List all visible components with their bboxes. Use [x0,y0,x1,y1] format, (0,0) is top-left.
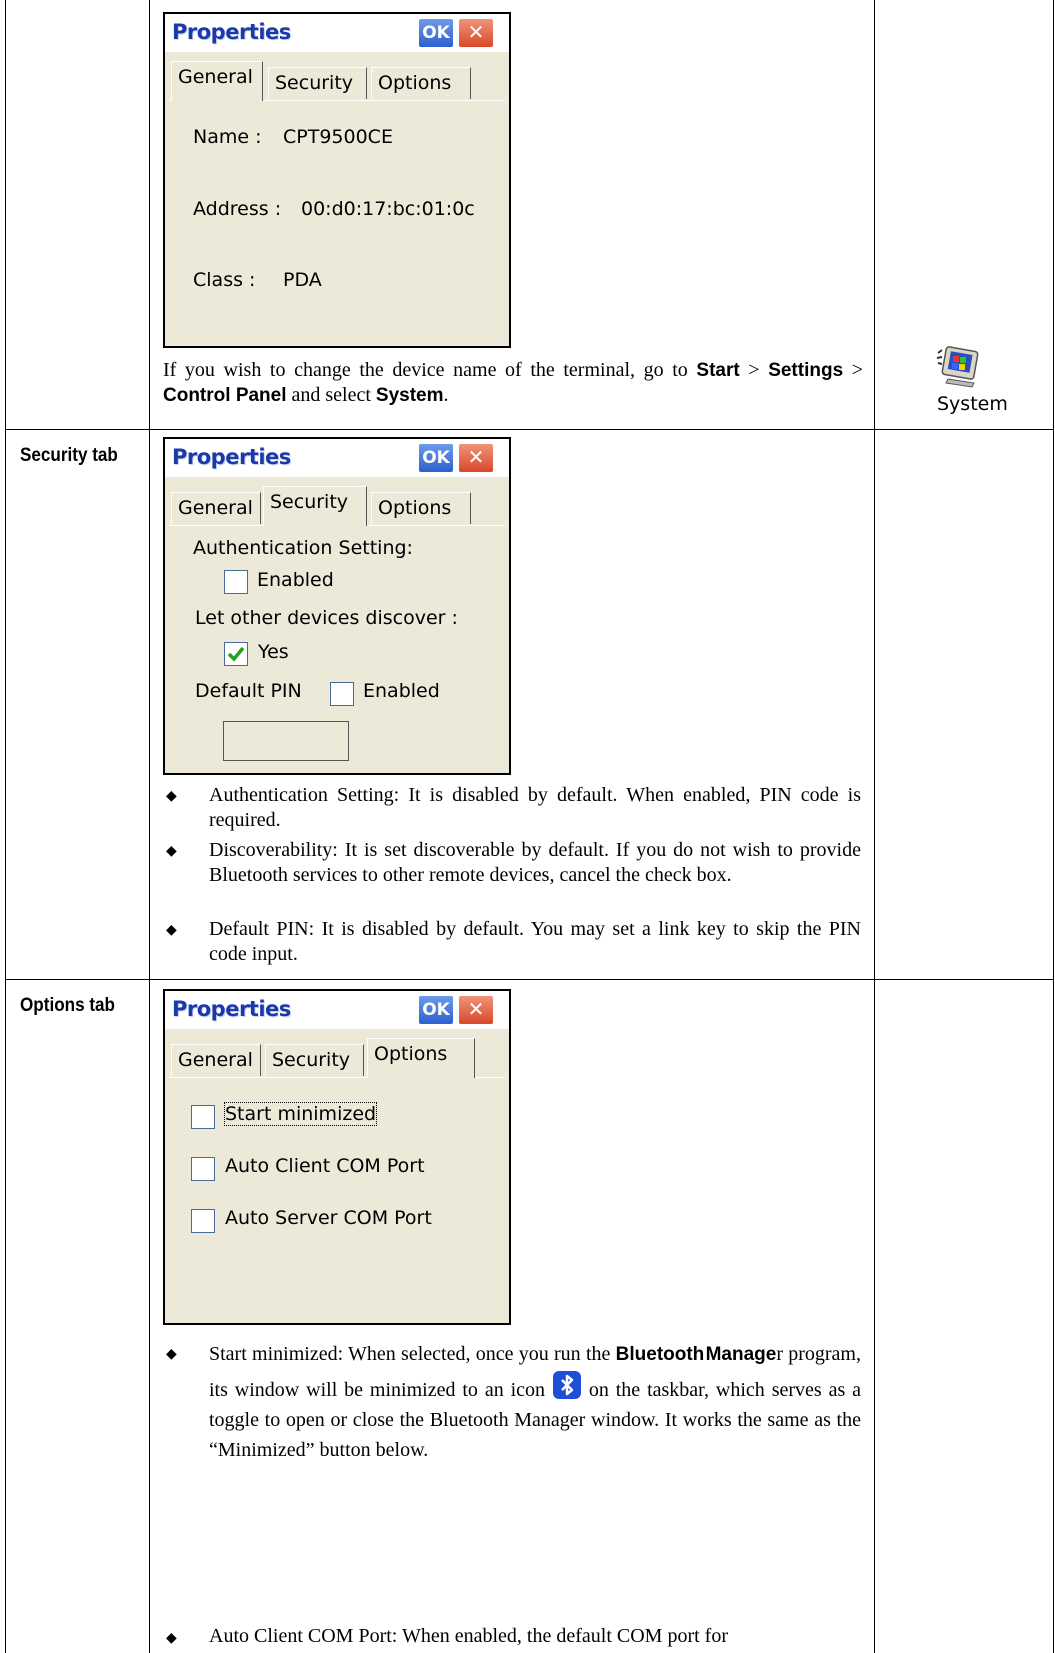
class-label: Class : [193,269,256,291]
system-icon[interactable]: System [895,343,1035,421]
title-bar: Properties OK ✕ [165,14,509,52]
auth-heading: Authentication Setting: [193,537,413,559]
table-border-right [1053,0,1054,1653]
tab-security[interactable]: Security [263,486,367,526]
dialog-title: Properties [172,20,291,44]
checkmark-icon [227,646,245,662]
bullet-icon: ◆ [166,789,177,804]
note-text-2: and select [291,384,371,406]
note-control-panel: Control Panel [163,385,287,406]
row-label-security: Security tab [20,445,118,466]
auto-client-com-label: Auto Client COM Port [225,1155,425,1177]
auth-enabled-label: Enabled [257,569,334,591]
table-border-col1 [149,0,150,1653]
note-system: System [375,385,444,406]
computer-icon [936,346,979,388]
note-settings: Settings [768,360,844,381]
row-divider [5,429,1054,430]
ok-button[interactable]: OK [418,18,454,48]
ok-button[interactable]: OK [418,995,454,1025]
tab-security[interactable]: Security [265,1044,364,1076]
dialog-title: Properties [172,445,291,469]
bullet-icon: ◆ [166,1631,177,1646]
tab-strip: General Security Options [171,1038,501,1078]
tab-strip: General Security Options [171,61,501,101]
auto-server-com-label: Auto Server COM Port [225,1207,432,1229]
pin-input[interactable] [223,721,349,761]
bluetooth-bold: Bluetooth [615,1344,705,1365]
tab-security[interactable]: Security [268,67,367,99]
manager-bold: Manage [705,1344,777,1365]
device-name-note: If you wish to change the device name of… [163,359,864,406]
close-button[interactable]: ✕ [458,18,494,48]
name-value: CPT9500CE [283,126,393,148]
bullet-auto-client: Auto Client COM Port: When enabled, the … [209,1625,728,1647]
bullet-start-text-1: Start minimized: When selected, once you… [209,1343,611,1365]
tab-options[interactable]: Options [371,492,471,524]
start-minimized-checkbox[interactable] [191,1105,215,1129]
tab-general[interactable]: General [171,1044,261,1076]
tab-general[interactable]: General [171,492,261,524]
address-value: 00:d0:17:bc:01:0c [301,198,475,220]
properties-dialog-security: Properties OK ✕ General Security Options… [163,437,511,775]
bullet-auth: Authentication Setting: It is disabled b… [209,784,861,831]
auto-server-com-checkbox[interactable] [191,1209,215,1233]
name-label: Name : [193,126,262,148]
discover-yes-label: Yes [258,641,289,663]
bullet-pin: Default PIN: It is disabled by default. … [209,918,861,965]
table-border-col2 [874,0,875,1653]
note-start: Start [696,360,740,381]
bullet-start-minimized: Start minimized: When selected, once you… [209,1339,861,1465]
auto-client-com-checkbox[interactable] [191,1157,215,1181]
row-label-options: Options tab [20,995,116,1016]
ok-button[interactable]: OK [418,443,454,473]
class-value: PDA [283,269,322,291]
properties-dialog-options: Properties OK ✕ General Security Options… [163,989,511,1325]
system-icon-label: System [937,393,1008,415]
auth-enabled-checkbox[interactable] [224,570,248,594]
properties-dialog-general: Properties OK ✕ General Security Options… [163,12,511,348]
title-bar: Properties OK ✕ [165,439,509,477]
address-label: Address : [193,198,282,220]
tab-general[interactable]: General [171,61,263,101]
pin-label: Default PIN [195,680,302,702]
close-button[interactable]: ✕ [458,995,494,1025]
start-minimized-label: Start minimized [223,1102,378,1126]
row-divider [5,979,1054,980]
tab-options[interactable]: Options [371,67,471,99]
pin-enabled-checkbox[interactable] [330,682,354,706]
close-button[interactable]: ✕ [458,443,494,473]
bluetooth-icon [552,1371,581,1399]
bullet-icon: ◆ [166,844,177,859]
note-text-1: If you wish to change the device name of… [163,359,688,381]
title-bar: Properties OK ✕ [165,991,509,1029]
bullet-icon: ◆ [166,923,177,938]
pin-enabled-label: Enabled [363,680,440,702]
tab-options[interactable]: Options [367,1038,475,1078]
table-border-left [5,0,6,1653]
bullet-icon: ◆ [166,1347,177,1362]
discover-yes-checkbox[interactable] [224,642,248,666]
tab-strip: General Security Options [171,486,501,526]
dialog-title: Properties [172,997,291,1021]
discover-heading: Let other devices discover : [195,607,458,629]
bullet-discover: Discoverability: It is set discoverable … [209,839,861,886]
